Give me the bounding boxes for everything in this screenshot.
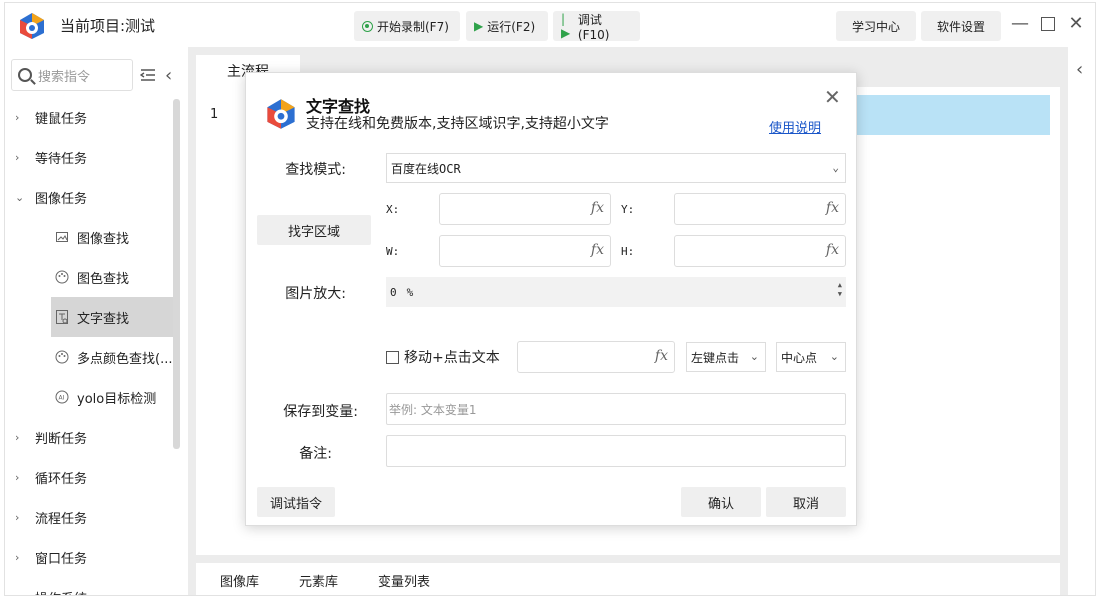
ai-icon: AI xyxy=(55,390,69,404)
save-variable-input[interactable]: 举例: 文本变量1 xyxy=(386,393,846,425)
text-search-icon xyxy=(55,309,69,324)
chevron-right-icon: › xyxy=(15,591,29,596)
mode-label: 查找模式: xyxy=(285,162,346,178)
note-input[interactable] xyxy=(386,435,846,467)
search-input[interactable]: 搜索指令 xyxy=(11,59,133,91)
cancel-button[interactable]: 取消 xyxy=(766,487,846,517)
chevron-down-icon: ⌄ xyxy=(832,161,839,174)
chevron-right-icon: › xyxy=(15,110,20,124)
y-input[interactable]: fx xyxy=(674,193,846,225)
chevron-right-icon: › xyxy=(15,470,20,484)
chevron-right-icon: › xyxy=(15,510,20,524)
sidebar-subitem-text-find[interactable]: 文字查找 xyxy=(51,297,173,337)
sidebar-item-flow[interactable]: › 流程任务 xyxy=(5,497,173,537)
project-title: 当前项目:测试 xyxy=(60,17,156,35)
click-text-input[interactable]: fx xyxy=(517,341,675,373)
chevron-right-icon: › xyxy=(15,150,20,164)
sidebar-item-loop[interactable]: › 循环任务 xyxy=(5,457,173,497)
collapse-all-icon[interactable] xyxy=(139,67,156,83)
x-input[interactable]: fx xyxy=(439,193,611,225)
sidebar-subitem-yolo[interactable]: AI yolo目标检测 xyxy=(51,377,173,417)
note-label: 备注: xyxy=(299,446,332,462)
spin-arrows-icon[interactable]: ▲ ▼ xyxy=(838,281,842,299)
run-button[interactable]: ▶ 运行(F2) xyxy=(466,11,548,41)
sidebar-item-wait[interactable]: › 等待任务 xyxy=(5,137,173,177)
sidebar-subitem-image-find[interactable]: 图像查找 xyxy=(51,217,173,257)
close-window-icon[interactable]: ✕ xyxy=(1067,15,1085,33)
checkbox-icon xyxy=(386,350,399,364)
sidebar-item-os[interactable]: › 操作系统 xyxy=(5,577,173,596)
debug-command-button[interactable]: 调试指令 xyxy=(257,487,335,517)
app-logo-icon xyxy=(20,13,44,39)
sidebar-item-image[interactable]: ⌄ 图像任务 xyxy=(5,177,173,217)
zoom-label: 图片放大: xyxy=(285,286,346,302)
y-label: Y: xyxy=(621,203,635,216)
tab-variable-list[interactable]: 变量列表 xyxy=(378,571,430,590)
x-label: X: xyxy=(386,203,400,216)
text-find-dialog: 文字查找 支持在线和免费版本,支持区域识字,支持超小文字 使用说明 ✕ 查找模式… xyxy=(245,72,857,526)
help-link[interactable]: 使用说明 xyxy=(769,117,821,136)
start-record-button[interactable]: 开始录制(F7) xyxy=(354,11,460,41)
fx-icon[interactable]: fx xyxy=(591,242,604,258)
tab-element-library[interactable]: 元素库 xyxy=(299,571,338,590)
w-label: W: xyxy=(386,245,400,258)
save-variable-label: 保存到变量: xyxy=(283,404,358,420)
title-bar: 当前项目:测试 开始录制(F7) ▶ 运行(F2) |▶ 调试(F10) 学习中… xyxy=(5,3,1095,47)
software-settings-button[interactable]: 软件设置 xyxy=(921,11,1001,41)
tab-image-library[interactable]: 图像库 xyxy=(220,571,259,590)
search-icon xyxy=(18,68,32,82)
image-icon xyxy=(55,230,69,244)
expand-panel-icon[interactable]: ‹ xyxy=(1076,59,1083,80)
debug-button[interactable]: |▶ 调试(F10) xyxy=(553,11,640,42)
move-click-checkbox[interactable]: 移动+点击文本 xyxy=(386,347,500,367)
minimize-icon[interactable]: — xyxy=(1011,15,1029,33)
fx-icon[interactable]: fx xyxy=(826,200,839,216)
learning-center-button[interactable]: 学习中心 xyxy=(836,11,916,41)
fx-icon[interactable]: fx xyxy=(655,348,668,364)
chevron-down-icon: ⌄ xyxy=(829,350,839,363)
bottom-tabs: 图像库 元素库 变量列表 xyxy=(196,563,1060,595)
sidebar-scrollbar[interactable] xyxy=(173,99,180,449)
svg-text:AI: AI xyxy=(59,395,65,402)
click-type-select[interactable]: 左键点击 ⌄ xyxy=(686,342,766,372)
ok-button[interactable]: 确认 xyxy=(681,487,761,517)
fx-icon[interactable]: fx xyxy=(591,200,604,216)
line-number: 1 xyxy=(210,107,219,122)
step-icon: |▶ xyxy=(561,12,571,40)
palette-icon xyxy=(55,270,69,284)
sidebar-subitem-multipoint-color[interactable]: 多点颜色查找(... xyxy=(51,337,173,377)
sidebar-item-judge[interactable]: › 判断任务 xyxy=(5,417,173,457)
play-icon: ▶ xyxy=(474,19,484,33)
chevron-down-icon: ⌄ xyxy=(15,190,25,204)
sidebar-item-mouse-keyboard[interactable]: › 键鼠任务 xyxy=(5,97,173,137)
zoom-stepper[interactable]: 0 % ▲ ▼ xyxy=(386,277,846,307)
sidebar-item-window[interactable]: › 窗口任务 xyxy=(5,537,173,577)
h-label: H: xyxy=(621,245,635,258)
close-icon[interactable]: ✕ xyxy=(824,85,841,109)
w-input[interactable]: fx xyxy=(439,235,611,267)
mode-select[interactable]: 百度在线OCR ⌄ xyxy=(386,153,846,183)
record-icon xyxy=(362,20,373,32)
palette-icon xyxy=(55,350,69,364)
sidebar-subitem-color-find[interactable]: 图色查找 xyxy=(51,257,173,297)
find-region-button[interactable]: 找字区域 xyxy=(257,215,371,245)
h-input[interactable]: fx xyxy=(674,235,846,267)
fx-icon[interactable]: fx xyxy=(826,242,839,258)
click-position-select[interactable]: 中心点 ⌄ xyxy=(776,342,846,372)
maximize-icon[interactable] xyxy=(1039,15,1057,33)
app-logo-icon xyxy=(267,99,295,129)
chevron-right-icon: › xyxy=(15,550,20,564)
command-sidebar: 搜索指令 ‹ › 键鼠任务 › 等待任务 ⌄ 图像任务 图像查找 图色查找 文字… xyxy=(5,47,187,596)
chevron-down-icon: ⌄ xyxy=(749,350,759,363)
dialog-subtitle: 支持在线和免费版本,支持区域识字,支持超小文字 xyxy=(306,116,609,132)
chevron-right-icon: › xyxy=(15,430,20,444)
right-panel: ‹ xyxy=(1068,47,1095,595)
collapse-sidebar-icon[interactable]: ‹ xyxy=(165,65,172,86)
